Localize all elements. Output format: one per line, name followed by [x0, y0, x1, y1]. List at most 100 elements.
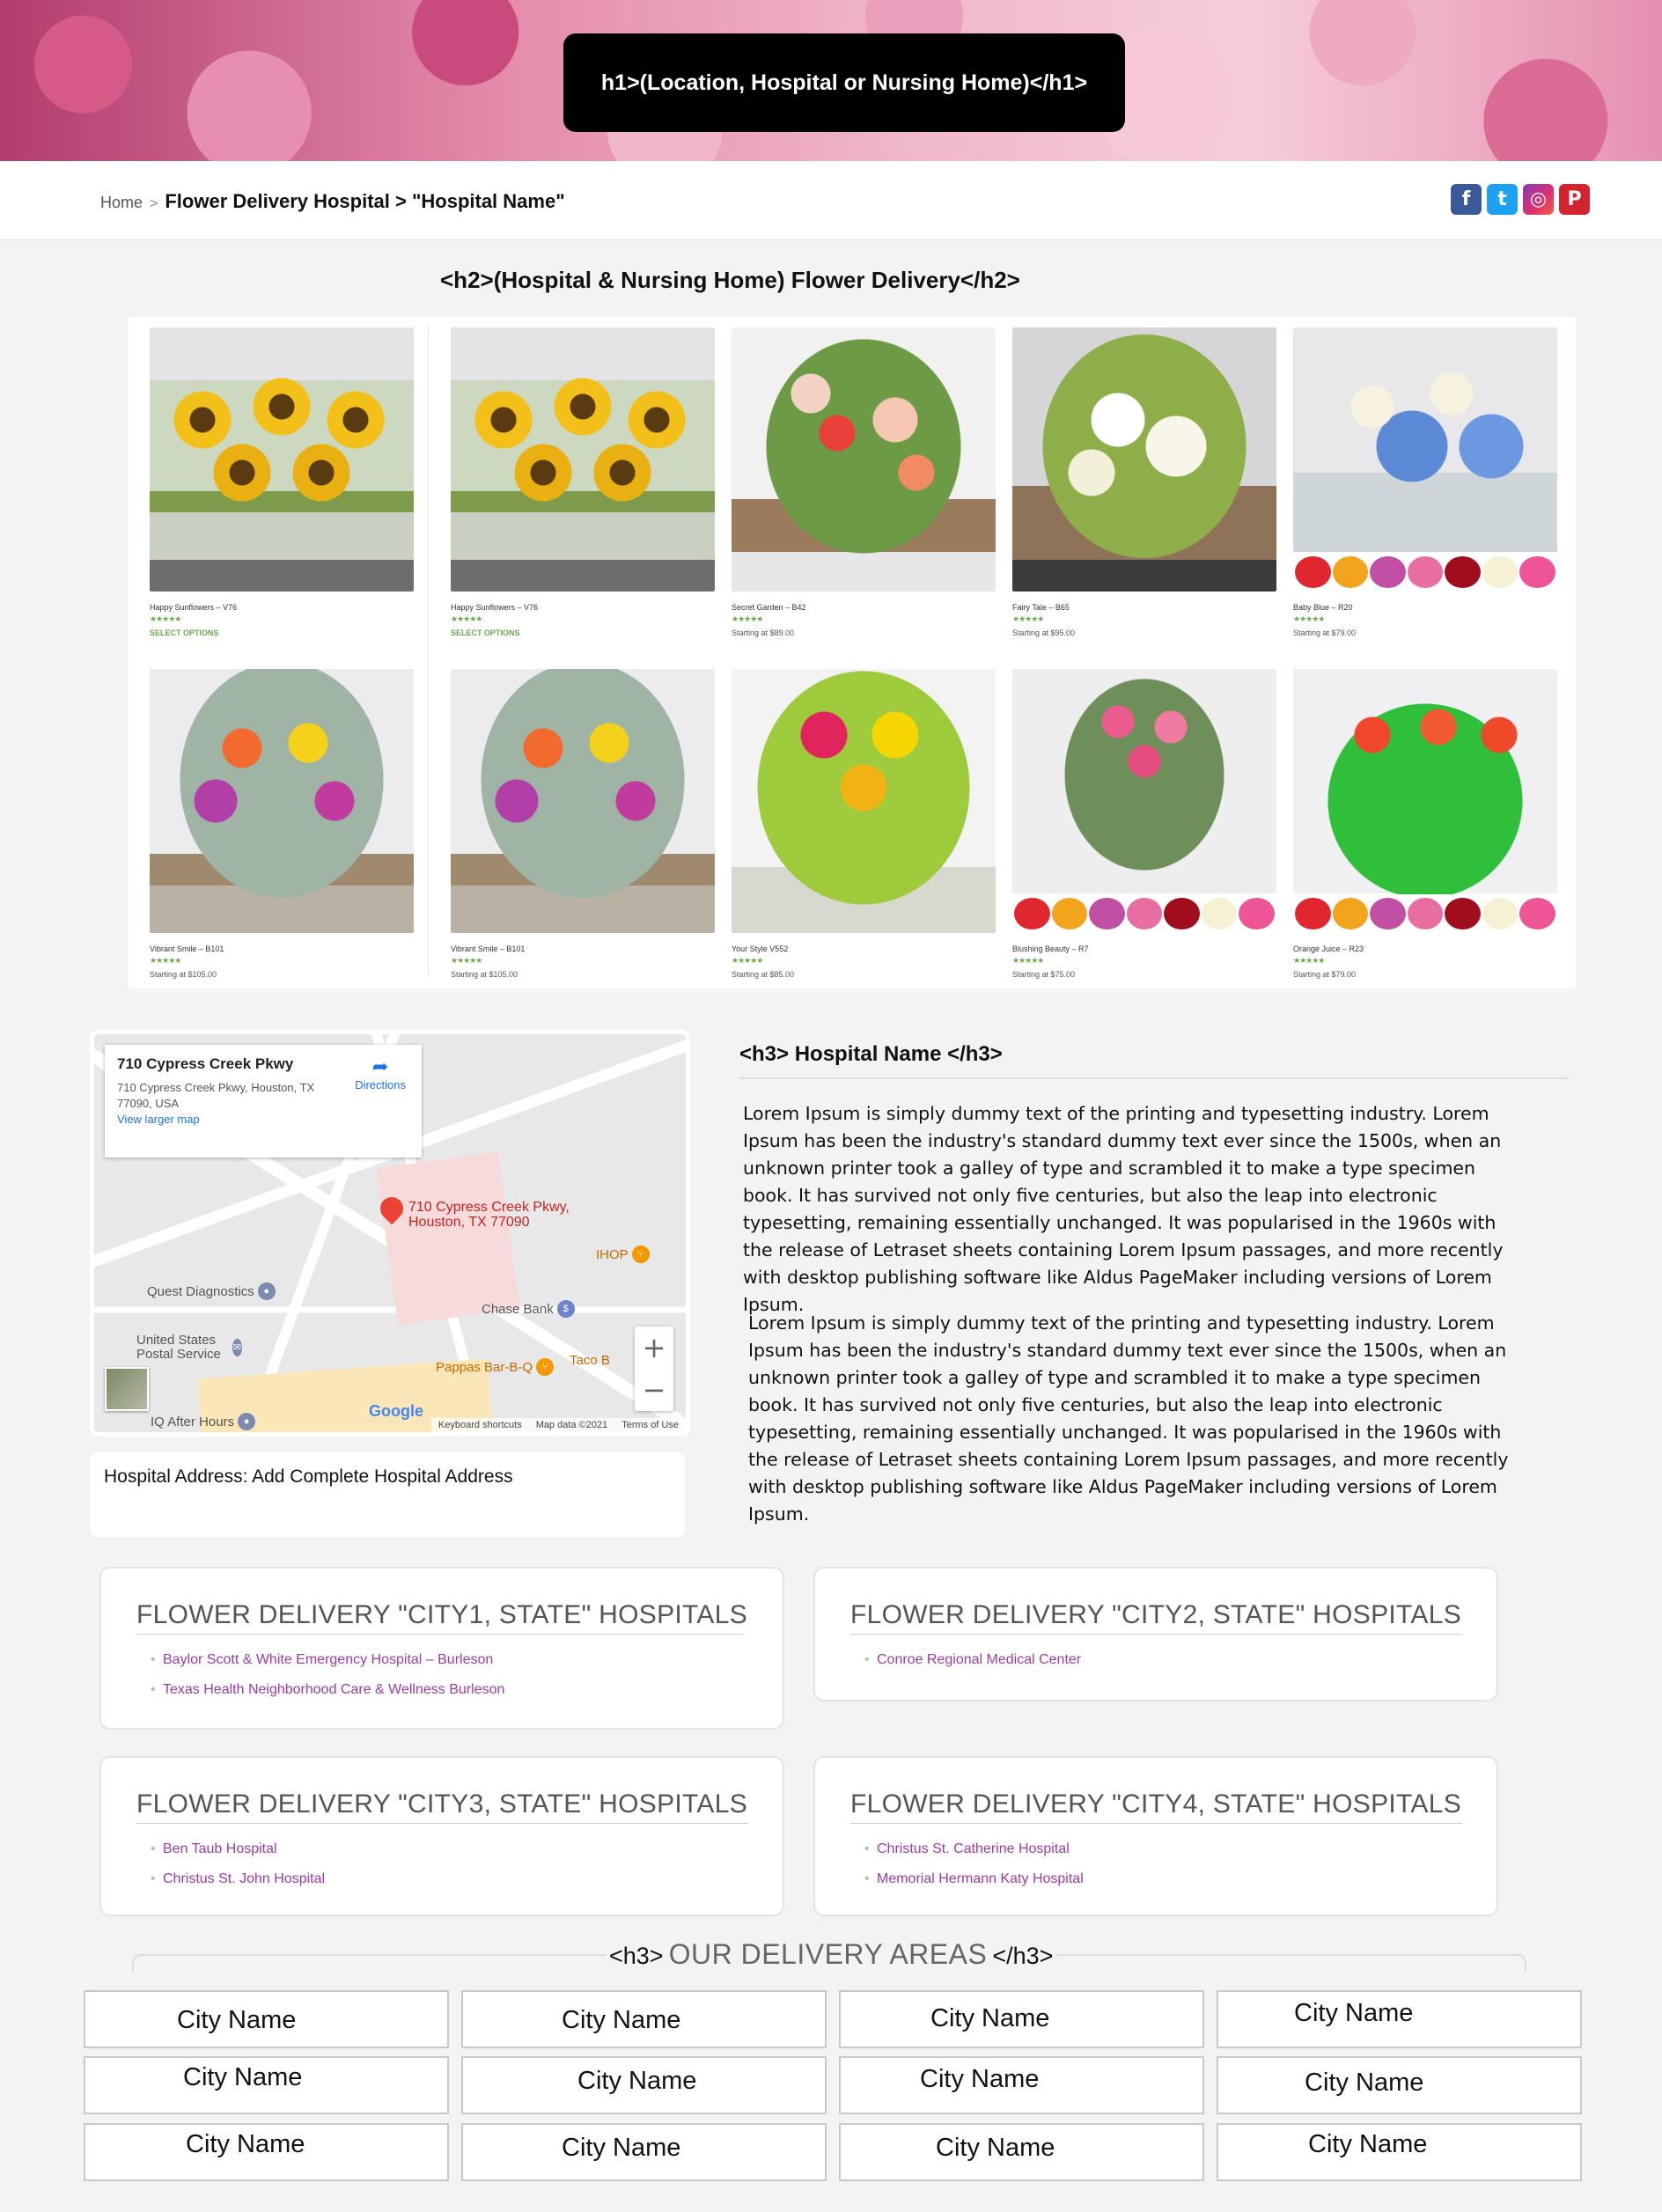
map-poi[interactable]: IHOP ⑂	[596, 1246, 650, 1263]
city-link[interactable]: City Name	[84, 1990, 449, 2048]
directions-button[interactable]: ➦ Directions	[355, 1055, 406, 1091]
satellite-toggle[interactable]	[105, 1367, 149, 1411]
product-image[interactable]	[150, 327, 414, 592]
product-name[interactable]: Happy Sunflowers – V76	[451, 603, 715, 612]
instagram-icon[interactable]: ◎	[1523, 184, 1554, 215]
hospital-link[interactable]: Baylor Scott & White Emergency Hospital …	[151, 1652, 504, 1668]
hospital-link[interactable]: Christus St. John Hospital	[151, 1871, 325, 1887]
product-name[interactable]: Vibrant Smile – B101	[451, 944, 715, 953]
poi-label: Pappas Bar-B-Q	[436, 1359, 533, 1375]
embedded-map[interactable]: 710 Cypress Creek Pkwy 710 Cypress Creek…	[90, 1030, 690, 1437]
poi-label: IQ After Hours	[151, 1414, 235, 1429]
map-poi[interactable]: Pappas Bar-B-Q ⑂	[436, 1358, 555, 1376]
city-link[interactable]: City Name	[1217, 2123, 1582, 2181]
city-link[interactable]: City Name	[1217, 1990, 1582, 2048]
map-place-address: 710 Cypress Creek Pkwy, Houston, TX 7709…	[117, 1081, 315, 1110]
city-label: City Name	[186, 2130, 305, 2158]
hospital-link[interactable]: Memorial Hermann Katy Hospital	[864, 1871, 1084, 1887]
map-poi[interactable]: IQ After Hours ●	[151, 1413, 256, 1430]
product-card[interactable]: Happy Sunflowers – V76 ★★★★★ SELECT OPTI…	[150, 327, 414, 637]
product-name[interactable]: Happy Sunflowers – V76	[150, 603, 414, 612]
heading-rule	[739, 1077, 1569, 1079]
heading-tag-close: </h3>	[992, 1943, 1054, 1969]
product-card[interactable]: Blushing Beauty – R7 ★★★★★ Starting at $…	[1012, 669, 1276, 979]
product-card[interactable]: Vibrant Smile – B101 ★★★★★ Starting at $…	[150, 669, 414, 979]
card-rule	[136, 1634, 744, 1635]
product-name[interactable]: Fairy Tale – B65	[1012, 603, 1276, 612]
hospital-link[interactable]: Christus St. Catherine Hospital	[864, 1841, 1084, 1857]
product-price: Starting at $95.00	[1012, 628, 1076, 637]
product-image[interactable]	[732, 669, 996, 933]
zoom-out-button[interactable]: −	[635, 1369, 673, 1411]
product-image[interactable]	[451, 327, 715, 592]
zoom-controls: + −	[635, 1326, 673, 1411]
product-rating: ★★★★★	[1012, 614, 1044, 623]
keyboard-shortcuts-link[interactable]: Keyboard shortcuts	[438, 1420, 522, 1430]
product-card[interactable]: Secret Garden – B42 ★★★★★ Starting at $8…	[732, 327, 996, 637]
card-title: FLOWER DELIVERY "CITY4, STATE" HOSPITALS	[850, 1789, 1462, 1819]
product-card[interactable]: Orange Juice – R23 ★★★★★ Starting at $79…	[1293, 669, 1557, 979]
product-image[interactable]	[451, 669, 715, 933]
mail-icon: ✉	[232, 1339, 242, 1356]
rose-color-swatches	[1293, 553, 1557, 592]
map-poi[interactable]: Chase Bank $	[482, 1300, 575, 1318]
map-poi[interactable]: United States Postal Service ✉	[136, 1334, 242, 1362]
product-name[interactable]: Orange Juice – R23	[1293, 944, 1557, 953]
hospital-description: Lorem Ipsum is simply dummy text of the …	[748, 1312, 1509, 1525]
facebook-icon[interactable]: f	[1451, 184, 1482, 215]
view-larger-map-link[interactable]: View larger map	[117, 1113, 200, 1126]
poi-label: Chase Bank	[482, 1301, 554, 1317]
hospital-link[interactable]: Texas Health Neighborhood Care & Wellnes…	[151, 1682, 504, 1698]
product-name[interactable]: Baby Blue – R20	[1293, 603, 1557, 612]
hospital-list: Conroe Regional Medical Center	[864, 1652, 1081, 1682]
city-link[interactable]: City Name	[839, 1990, 1204, 2048]
product-image[interactable]	[732, 327, 996, 592]
product-card[interactable]: Happy Sunflowers – V76 ★★★★★ SELECT OPTI…	[451, 327, 715, 637]
product-card[interactable]: Your Style V552 ★★★★★ Starting at $85.00	[732, 669, 996, 979]
product-name[interactable]: Secret Garden – B42	[732, 603, 996, 612]
hospital-link[interactable]: Conroe Regional Medical Center	[864, 1652, 1081, 1668]
card-title: FLOWER DELIVERY "CITY1, STATE" HOSPITALS	[136, 1600, 748, 1629]
map-poi[interactable]: Taco B	[570, 1353, 610, 1368]
product-card[interactable]: Fairy Tale – B65 ★★★★★ Starting at $95.0…	[1012, 327, 1276, 637]
product-card[interactable]: Vibrant Smile – B101 ★★★★★ Starting at $…	[451, 669, 715, 979]
breadcrumb-home-link[interactable]: Home	[100, 194, 143, 212]
city-link[interactable]: City Name	[461, 1990, 827, 2048]
city-link[interactable]: City Name	[1217, 2056, 1582, 2114]
product-image[interactable]	[1293, 327, 1557, 592]
product-image[interactable]	[1293, 669, 1557, 933]
city-link[interactable]: City Name	[839, 2056, 1204, 2114]
grid-divider	[428, 326, 429, 977]
select-options-button[interactable]: SELECT OPTIONS	[451, 628, 715, 637]
city-link[interactable]: City Name	[84, 2123, 449, 2181]
product-rating: ★★★★★	[451, 614, 482, 623]
city-link[interactable]: City Name	[839, 2123, 1204, 2181]
card-rule	[850, 1634, 1462, 1635]
pinterest-icon[interactable]: P	[1559, 184, 1590, 215]
product-image[interactable]	[1012, 327, 1276, 592]
city-link[interactable]: City Name	[461, 2056, 827, 2114]
product-name[interactable]: Blushing Beauty – R7	[1012, 944, 1276, 953]
card-title: FLOWER DELIVERY "CITY3, STATE" HOSPITALS	[136, 1789, 748, 1819]
city-label: City Name	[562, 2006, 681, 2034]
product-image[interactable]	[150, 669, 414, 933]
product-card[interactable]: Baby Blue – R20 ★★★★★ Starting at $79.00	[1293, 327, 1557, 637]
hospital-list: Ben Taub Hospital Christus St. John Hosp…	[151, 1841, 325, 1901]
product-image[interactable]	[1012, 669, 1276, 933]
map-data-label: Map data ©2021	[535, 1420, 608, 1430]
city-link[interactable]: City Name	[461, 2123, 827, 2181]
zoom-in-button[interactable]: +	[635, 1326, 673, 1369]
twitter-icon[interactable]: t	[1487, 184, 1518, 215]
product-name[interactable]: Your Style V552	[732, 944, 996, 953]
city-label: City Name	[930, 2004, 1050, 2032]
terms-link[interactable]: Terms of Use	[621, 1420, 679, 1430]
map-poi[interactable]: Quest Diagnostics ●	[147, 1282, 276, 1300]
hospital-name-heading: <h3> Hospital Name </h3>	[739, 1042, 1003, 1066]
city-hospitals-card: FLOWER DELIVERY "CITY2, STATE" HOSPITALS…	[813, 1567, 1498, 1701]
product-name[interactable]: Vibrant Smile – B101	[150, 944, 414, 953]
poi-icon: ●	[238, 1413, 256, 1430]
hospital-list: Baylor Scott & White Emergency Hospital …	[151, 1652, 504, 1712]
city-link[interactable]: City Name	[84, 2056, 449, 2114]
hospital-link[interactable]: Ben Taub Hospital	[151, 1841, 325, 1857]
select-options-button[interactable]: SELECT OPTIONS	[150, 628, 414, 637]
